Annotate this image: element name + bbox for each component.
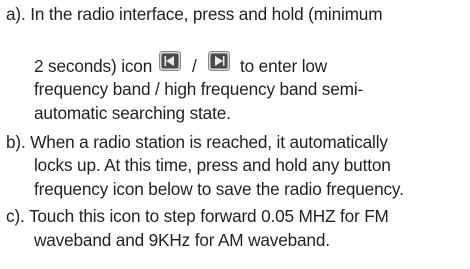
instruction-b-line-3: frequency icon below to save the radio f…	[34, 179, 404, 199]
instruction-a-line-1: a). In the radio interface, press and ho…	[6, 4, 383, 24]
instruction-a-line-2-end: to enter low	[240, 56, 328, 76]
seek-forward-icon	[208, 51, 230, 71]
instruction-a-line-3: frequency band / high frequency band sem…	[34, 79, 364, 99]
instruction-c-line-2: waveband and 9KHz for AM waveband.	[34, 230, 330, 250]
instruction-c-line-1: c). Touch this icon to step forward 0.05…	[6, 206, 389, 226]
icon-separator: /	[192, 56, 197, 76]
instruction-a-line-4: automatic searching state.	[34, 103, 231, 123]
instruction-b-line-1: b). When a radio station is reached, it …	[6, 132, 388, 152]
instruction-a-line-2-start: 2 seconds) icon	[34, 56, 153, 76]
seek-back-icon	[159, 51, 181, 71]
instruction-b-line-2: locks up. At this time, press and hold a…	[34, 155, 391, 175]
instruction-text-block: a). In the radio interface, press and ho…	[0, 0, 470, 269]
